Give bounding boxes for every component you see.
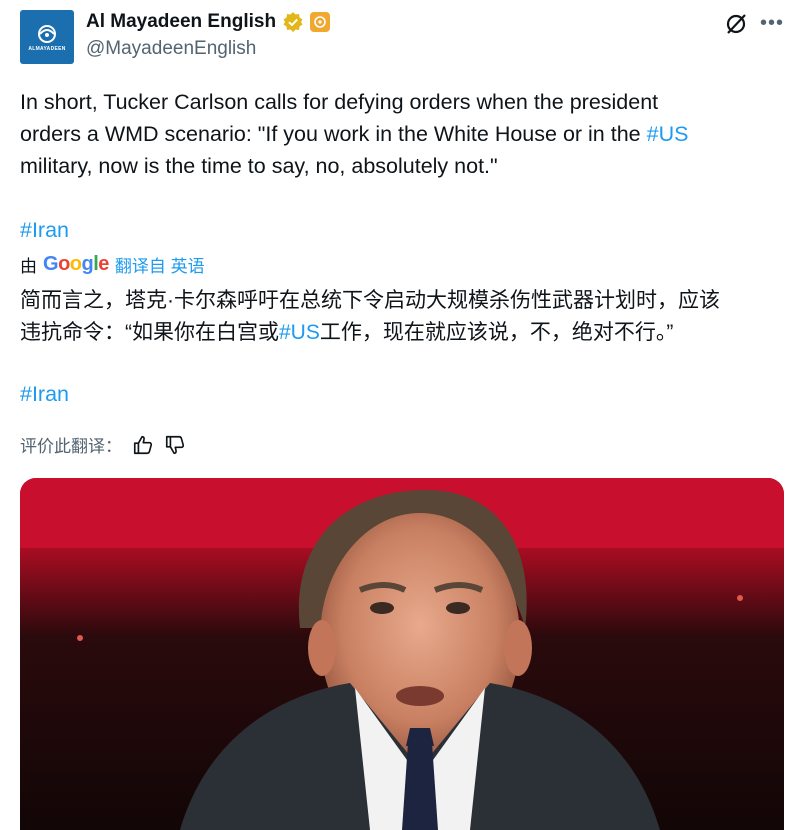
translated-text: 简而言之，塔克·卡尔森呼吁在总统下令启动大规模杀伤性武器计划时，应该 违抗命令：… xyxy=(20,285,790,349)
tweet-line-text: orders a WMD scenario: "If you work in t… xyxy=(20,122,647,146)
more-icon[interactable]: ••• xyxy=(760,13,784,33)
avatar-logo-text: ALMAYADEEN xyxy=(28,45,66,52)
translated-hashtag-iran-link[interactable]: #Iran xyxy=(20,382,69,407)
affiliate-badge-icon[interactable] xyxy=(310,12,331,32)
tweet-line: orders a WMD scenario: "If you work in t… xyxy=(20,118,790,150)
avatar[interactable]: ALMAYADEEN xyxy=(20,10,74,64)
rate-translation-label: 评价此翻译： xyxy=(20,437,122,456)
grok-icon[interactable] xyxy=(724,12,748,36)
tweet-text: In short, Tucker Carlson calls for defyi… xyxy=(20,86,790,182)
translation-attribution: 由 Google 翻译自 英语 xyxy=(20,252,205,277)
thumbs-up-icon[interactable] xyxy=(132,434,154,456)
tweet-photo[interactable] xyxy=(20,478,784,830)
translated-from-link[interactable]: 翻译自 英语 xyxy=(115,252,205,277)
author-display-name[interactable]: Al Mayadeen English xyxy=(86,11,276,33)
affiliate-logo-icon xyxy=(314,16,326,28)
author-handle[interactable]: @MayadeenEnglish xyxy=(86,38,256,60)
tweet-line: In short, Tucker Carlson calls for defyi… xyxy=(20,90,659,114)
hashtag-us-link[interactable]: #US xyxy=(647,122,689,146)
translated-line-text: 违抗命令：“如果你在白宫或 xyxy=(20,321,279,344)
hashtag-iran-link[interactable]: #Iran xyxy=(20,218,69,243)
thumbs-down-icon[interactable] xyxy=(164,434,186,456)
translated-line: 简而言之，塔克·卡尔森呼吁在总统下令启动大规模杀伤性武器计划时，应该 xyxy=(20,289,720,312)
translated-hashtag-us-link[interactable]: #US xyxy=(279,321,320,344)
verified-badge-icon[interactable] xyxy=(282,11,304,33)
al-mayadeen-logo-icon xyxy=(38,24,56,43)
translated-by-label: 由 xyxy=(20,257,37,276)
translated-line: 违抗命令：“如果你在白宫或#US工作，现在就应该说，不，绝对不行。” xyxy=(20,317,790,349)
tweet-line: military, now is the time to say, no, ab… xyxy=(20,154,498,178)
author-name-row: Al Mayadeen English xyxy=(86,11,331,33)
rate-translation-row: 评价此翻译： xyxy=(20,432,186,457)
translated-line-text: 工作，现在就应该说，不，绝对不行。” xyxy=(319,321,674,344)
tweet-photo-illustration xyxy=(20,478,784,830)
google-logo: Google xyxy=(43,253,109,275)
